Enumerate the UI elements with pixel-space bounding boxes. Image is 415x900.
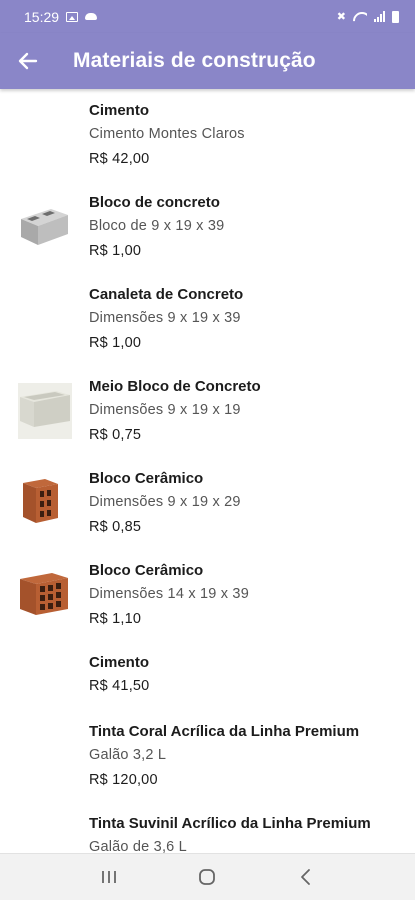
concrete-block-image <box>21 209 68 245</box>
product-name: Bloco Cerâmico <box>89 562 204 579</box>
back-button[interactable] <box>0 33 56 89</box>
cloud-icon <box>85 13 98 20</box>
product-description: Cimento Montes Claros <box>89 126 245 142</box>
mute-icon: ✖ <box>336 11 346 23</box>
product-item[interactable]: Meio Bloco de Concreto Dimensões 9 x 19 … <box>0 365 415 457</box>
recent-apps-button[interactable] <box>89 857 129 897</box>
product-description: Galão de 3,6 L <box>89 839 187 853</box>
product-list[interactable]: Cimento Cimento Montes Claros R$ 42,00 B… <box>0 89 415 853</box>
wifi-icon <box>353 11 367 22</box>
product-item[interactable]: Bloco de concreto Bloco de 9 x 19 x 39 R… <box>0 181 415 273</box>
page-title: Materiais de construção <box>73 49 316 72</box>
half-concrete-block-image <box>18 383 72 439</box>
app-bar: Materiais de construção <box>0 33 415 89</box>
product-description: Dimensões 9 x 19 x 39 <box>89 310 241 326</box>
product-description: Dimensões 9 x 19 x 19 <box>89 402 241 418</box>
recent-apps-icon <box>102 871 117 883</box>
back-icon <box>300 869 310 885</box>
product-price: R$ 1,00 <box>89 335 142 351</box>
status-left: 15:29 <box>24 8 98 25</box>
product-price: R$ 0,75 <box>89 427 142 443</box>
product-name: Meio Bloco de Concreto <box>89 378 261 395</box>
ceramic-block-image <box>23 479 58 523</box>
product-name: Bloco de concreto <box>89 194 220 211</box>
product-name: Tinta Coral Acrílica da Linha Premium <box>89 723 360 740</box>
product-description: Dimensões 9 x 19 x 29 <box>89 494 241 510</box>
system-nav-bar <box>0 853 415 900</box>
ceramic-block-large-image <box>20 573 68 615</box>
product-name: Canaleta de Concreto <box>89 286 244 303</box>
product-item[interactable]: Cimento Cimento Montes Claros R$ 42,00 <box>0 89 415 181</box>
product-name: Cimento <box>89 102 149 119</box>
product-price: R$ 41,50 <box>89 678 150 694</box>
signal-icon <box>374 11 385 22</box>
product-item[interactable]: Bloco Cerâmico Dimensões 9 x 19 x 29 R$ … <box>0 457 415 549</box>
product-name: Cimento <box>89 654 149 671</box>
battery-icon <box>392 10 399 23</box>
arrow-left-icon <box>18 52 38 70</box>
product-item[interactable]: Tinta Coral Acrílica da Linha Premium Ga… <box>0 710 415 802</box>
product-price: R$ 1,10 <box>89 611 142 627</box>
product-description: Galão 3,2 L <box>89 747 167 763</box>
product-price: R$ 42,00 <box>89 151 150 167</box>
home-icon <box>199 869 216 885</box>
product-price: R$ 0,85 <box>89 519 142 535</box>
status-time: 15:29 <box>24 8 60 25</box>
status-right: ✖ <box>337 10 399 23</box>
product-item[interactable]: Cimento R$ 41,50 <box>0 641 415 710</box>
system-back-button[interactable] <box>286 857 326 897</box>
product-item[interactable]: Tinta Suvinil Acrílico da Linha Premium … <box>0 802 415 853</box>
product-item[interactable]: Bloco Cerâmico Dimensões 14 x 19 x 39 R$… <box>0 549 415 641</box>
product-price: R$ 120,00 <box>89 772 158 788</box>
product-description: Bloco de 9 x 19 x 39 <box>89 218 225 234</box>
product-item[interactable]: Canaleta de Concreto Dimensões 9 x 19 x … <box>0 273 415 365</box>
status-bar: 15:29 ✖ <box>0 0 415 33</box>
product-name: Tinta Suvinil Acrílico da Linha Premium <box>89 815 371 832</box>
product-name: Bloco Cerâmico <box>89 470 204 487</box>
product-description: Dimensões 14 x 19 x 39 <box>89 586 249 602</box>
image-icon <box>66 11 79 22</box>
home-button[interactable] <box>187 857 227 897</box>
product-price: R$ 1,00 <box>89 243 142 259</box>
